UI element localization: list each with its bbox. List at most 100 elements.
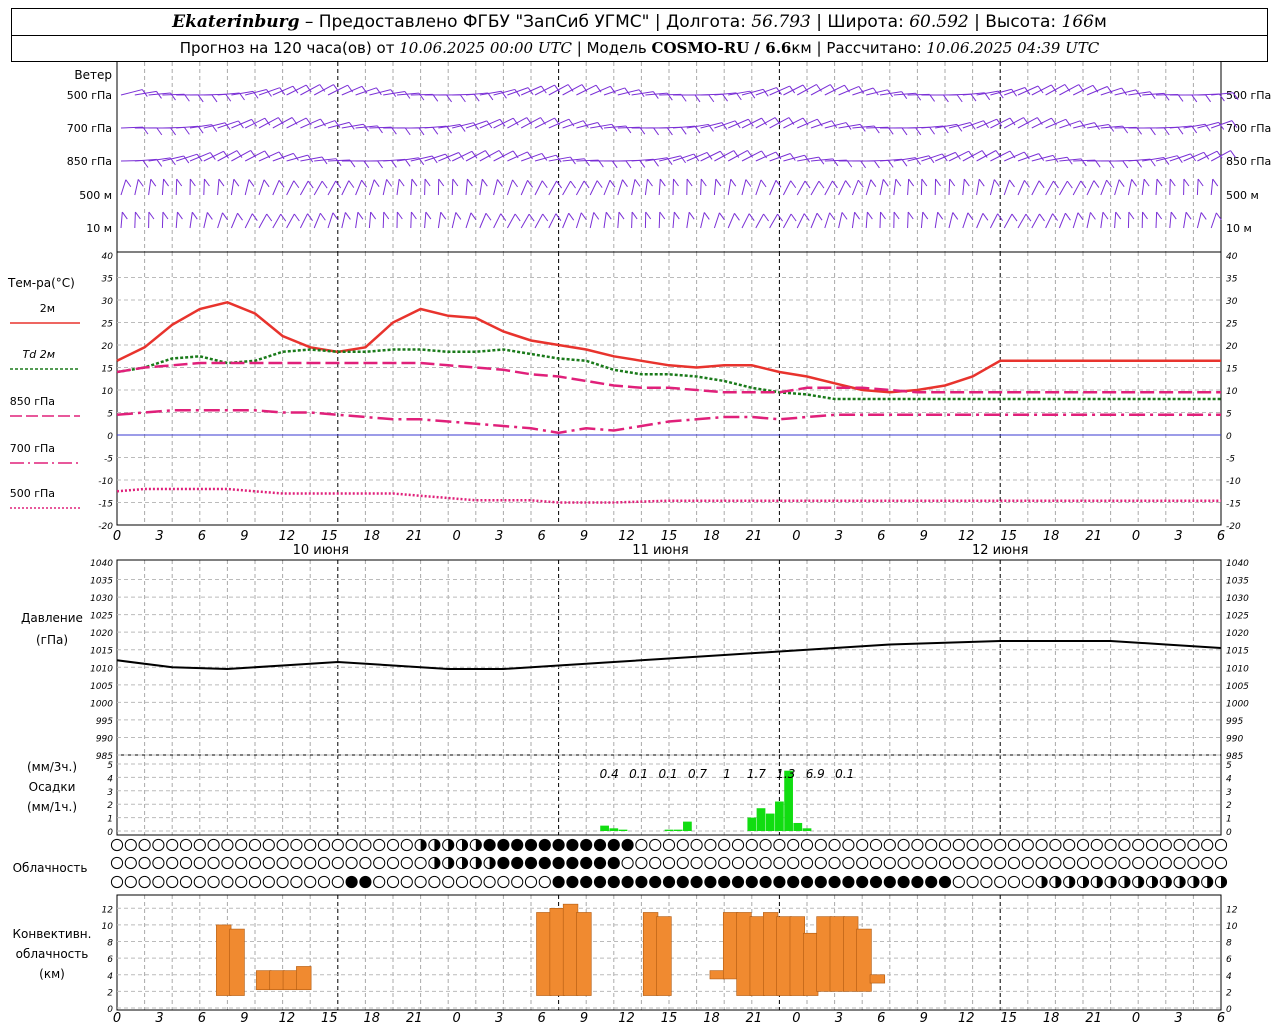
cloud-cover-symbol bbox=[304, 856, 317, 870]
temp-tick-label: 6 bbox=[1217, 529, 1225, 544]
temp-tick-label: 0 bbox=[792, 529, 800, 544]
wind-barb bbox=[1210, 179, 1214, 196]
wind-barb-feather bbox=[541, 180, 548, 189]
wind-barb-feather bbox=[206, 212, 213, 220]
wind-barb bbox=[534, 180, 543, 196]
temp-tick-label: 0 bbox=[453, 529, 461, 544]
conv-tick-label: 12 bbox=[279, 1011, 296, 1024]
wind-barb-feather bbox=[790, 180, 797, 189]
cloud-cover-symbol bbox=[497, 875, 510, 889]
cloud-cover-symbol bbox=[607, 856, 620, 870]
conv-cloud-bar bbox=[736, 912, 752, 996]
wind-barb-feather bbox=[570, 180, 576, 189]
wind-barb-feather bbox=[673, 211, 680, 220]
cloud-cover-symbol bbox=[925, 838, 938, 852]
wind-barb-feather bbox=[568, 212, 575, 221]
cloud-cover-half bbox=[489, 857, 496, 869]
precip-3h-label: 1.3 bbox=[776, 767, 795, 781]
cloud-cover-half bbox=[448, 839, 454, 851]
wind-barb bbox=[506, 213, 516, 229]
wind-barb bbox=[299, 180, 309, 196]
wind-barb bbox=[382, 179, 388, 196]
conv-tick-label: 18 bbox=[703, 1011, 720, 1024]
conv-cloud-bar bbox=[762, 912, 779, 996]
wind-barb-feather bbox=[593, 212, 600, 220]
wind-barb bbox=[230, 213, 239, 229]
conv-y-tick-right: 4 bbox=[1226, 972, 1232, 982]
wind-barb-feather bbox=[673, 178, 679, 187]
precip-y-tick-right: 3 bbox=[1226, 788, 1232, 798]
wind-barb-feather bbox=[432, 127, 439, 135]
cloud-cover-symbol bbox=[759, 875, 772, 889]
wind-barb-feather bbox=[528, 213, 535, 222]
wind-barb bbox=[824, 180, 833, 196]
temp-tick-label: 3 bbox=[835, 529, 843, 544]
cloud-cover-symbol bbox=[262, 856, 275, 870]
wind-barb bbox=[617, 212, 620, 229]
wind-barb-feather bbox=[237, 212, 243, 221]
wind-barb-feather bbox=[1191, 125, 1198, 134]
wind-barb-feather bbox=[485, 212, 492, 221]
wind-barb-feather bbox=[625, 125, 632, 134]
cloud-cover-symbol bbox=[649, 838, 662, 852]
wind-barb bbox=[769, 180, 777, 196]
cloud-cover-symbol bbox=[373, 856, 386, 870]
cloud-cover-symbol bbox=[635, 838, 648, 852]
wind-barb-feather bbox=[653, 127, 660, 136]
conv-cloud-bar bbox=[803, 932, 819, 996]
cloud-cover-symbol bbox=[276, 838, 289, 852]
wind-barb-feather bbox=[163, 178, 169, 187]
cloud-cover-symbol bbox=[317, 856, 331, 870]
wind-barb bbox=[396, 179, 400, 196]
wind-barb-feather bbox=[142, 160, 149, 168]
wind-barb-feather bbox=[901, 91, 908, 99]
wind-barb bbox=[368, 179, 375, 196]
wind-barb bbox=[741, 179, 747, 196]
cloud-cover-symbol bbox=[276, 875, 289, 889]
cloud-cover-symbol bbox=[1021, 838, 1034, 852]
cloud-cover-symbol bbox=[966, 856, 979, 870]
wind-barb-feather bbox=[1066, 180, 1073, 189]
cloud-cover-half bbox=[475, 839, 482, 851]
cloud-cover-symbol bbox=[152, 856, 165, 870]
wind-barb-feather bbox=[1163, 127, 1170, 136]
cloud-cover-symbol bbox=[304, 838, 317, 852]
cloud-cover-symbol bbox=[331, 838, 344, 852]
cloud-cover-symbol bbox=[952, 856, 965, 870]
cloud-cover-symbol bbox=[193, 875, 206, 889]
wind-barb-feather bbox=[1121, 87, 1128, 96]
cloud-cover-symbol bbox=[980, 838, 993, 852]
conv-tick-label: 21 bbox=[1085, 1011, 1102, 1024]
cloud-cover-symbol bbox=[814, 875, 827, 889]
cloud-cover-symbol bbox=[1132, 856, 1145, 870]
temp-tick-label: 12 bbox=[279, 529, 296, 544]
wind-barb-feather bbox=[1128, 211, 1135, 220]
conv-tick-label: 18 bbox=[363, 1011, 380, 1024]
precip-bar bbox=[673, 829, 683, 831]
wind-barb-feather bbox=[335, 158, 342, 166]
wind-barb-feather bbox=[715, 178, 722, 187]
cloud-cover-symbol bbox=[952, 875, 965, 889]
wind-barb bbox=[658, 179, 661, 196]
wind-barb-feather bbox=[908, 178, 915, 187]
cloud-cover-symbol bbox=[483, 875, 496, 889]
precip-y-tick-right: 0 bbox=[1226, 828, 1232, 838]
wind-barb bbox=[879, 179, 884, 196]
wind-barb bbox=[258, 213, 268, 229]
cloud-cover-half bbox=[1096, 876, 1103, 888]
conv-tick-label: 0 bbox=[113, 1011, 121, 1024]
wind-barb-feather bbox=[745, 179, 752, 187]
wind-barb-feather bbox=[177, 211, 183, 220]
precip-bar bbox=[747, 817, 757, 831]
wind-level-label-right: 500 гПа bbox=[1226, 89, 1271, 102]
temp-tick-label: 9 bbox=[240, 529, 248, 544]
wind-barb bbox=[520, 213, 530, 229]
cloud-cover-symbol bbox=[814, 856, 827, 870]
wind-barb-feather bbox=[970, 93, 977, 102]
wind-barb-feather bbox=[763, 213, 769, 222]
cloud-cover-symbol bbox=[856, 838, 869, 852]
precip-3h-label: 1.7 bbox=[747, 767, 766, 781]
wind-barb-feather bbox=[666, 127, 673, 136]
cloud-cover-symbol bbox=[649, 856, 662, 870]
cloud-cover-half bbox=[1138, 876, 1144, 888]
